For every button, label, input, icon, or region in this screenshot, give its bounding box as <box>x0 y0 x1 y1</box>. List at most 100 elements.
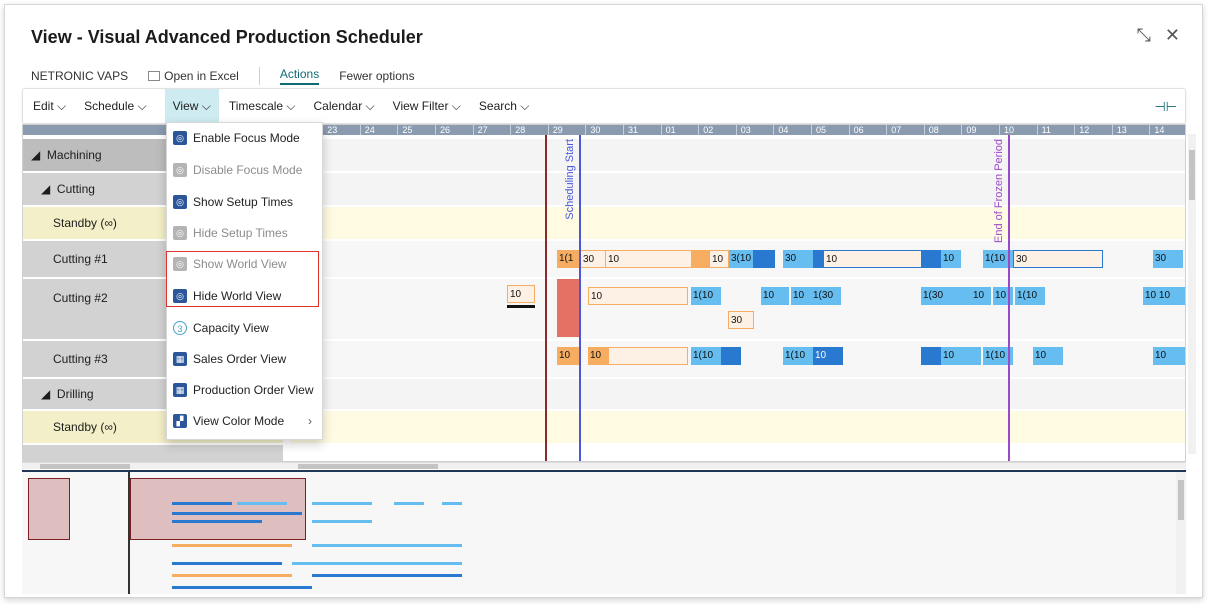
chevron-right-icon: › <box>308 414 312 428</box>
operation-bar[interactable]: 10 <box>823 250 923 268</box>
operation-bar[interactable] <box>691 250 709 268</box>
row-label: Standby (∞) <box>53 420 117 434</box>
timescale-tick: 10 <box>999 125 1037 135</box>
operation-bar[interactable]: 10 <box>588 347 608 365</box>
timescale-tick: 05 <box>811 125 849 135</box>
world-bar <box>312 502 372 505</box>
fewer-options-button[interactable]: Fewer options <box>339 69 414 83</box>
operation-bar[interactable]: 10 <box>557 347 579 365</box>
operation-bar[interactable]: 10 <box>507 285 535 303</box>
scrollbar-thumb[interactable] <box>1178 480 1184 520</box>
operation-bar[interactable]: 1(1 <box>557 250 579 268</box>
operation-bar[interactable]: 30 <box>728 311 754 329</box>
menu-view-color-mode[interactable]: ▞ View Color Mode › <box>167 406 324 436</box>
operation-bar[interactable]: 1(10 <box>783 347 813 365</box>
operation-bar[interactable]: 10 <box>761 287 789 305</box>
menu-label: Disable Focus Mode <box>193 163 303 177</box>
operation-bar[interactable]: 30 <box>1153 250 1183 268</box>
world-view-scrollbar[interactable] <box>1176 472 1186 594</box>
operation-bar[interactable]: 1(10 <box>691 287 721 305</box>
operation-bar[interactable]: 10 <box>993 287 1013 305</box>
operation-bar[interactable]: 10 <box>813 347 843 365</box>
world-bar <box>172 520 262 523</box>
scrollbar-thumb[interactable] <box>1189 150 1195 200</box>
timescale-tick: 04 <box>773 125 811 135</box>
row-label: Cutting #2 <box>53 291 108 305</box>
menu-show-setup-times[interactable]: ◎ Show Setup Times <box>167 187 324 217</box>
calendar-menu[interactable]: Calendar ⌵ <box>314 99 375 114</box>
operation-bar[interactable]: 10 <box>1153 347 1185 365</box>
row-drilling-1[interactable] <box>23 445 283 461</box>
operation-bar[interactable]: 30 <box>1013 250 1103 268</box>
operation-bar[interactable]: 30 <box>783 250 813 268</box>
world-bar <box>237 502 287 505</box>
operation-bar[interactable]: 10 <box>709 250 729 268</box>
operation-bar[interactable]: 10 <box>588 287 688 305</box>
today-line <box>545 135 547 461</box>
scheduling-start-line <box>579 135 581 461</box>
operation-bar[interactable] <box>753 250 775 268</box>
focus-icon: ◎ <box>173 131 187 145</box>
row-label: Drilling <box>56 387 94 401</box>
operation-bar[interactable] <box>921 347 941 365</box>
menu-label: Show Setup Times <box>193 195 294 209</box>
view-menu[interactable]: View ⌵ <box>164 88 219 124</box>
gantt-horizontal-scrollbar[interactable] <box>22 462 1186 469</box>
menu-hide-setup-times[interactable]: ◎ Hide Setup Times <box>167 218 324 248</box>
menu-label: View Color Mode <box>193 414 285 428</box>
operation-bar[interactable] <box>813 250 823 268</box>
open-in-excel-button[interactable]: Open in Excel <box>148 69 239 83</box>
world-view-viewport[interactable] <box>28 478 70 540</box>
operation-bar[interactable]: 1(10 <box>1015 287 1045 305</box>
operation-bar[interactable]: 1(30 <box>811 287 841 305</box>
collapse-icon[interactable]: ⤡ <box>1137 25 1151 46</box>
operation-bar[interactable]: 10 <box>971 287 991 305</box>
row-label: Standby (∞) <box>53 216 117 230</box>
close-icon[interactable]: ✕ <box>1165 25 1180 46</box>
timescale-tick: 09 <box>961 125 999 135</box>
operation-bar[interactable] <box>608 347 688 365</box>
world-bar <box>172 562 282 565</box>
menu-label: Capacity View <box>193 321 269 335</box>
row-area-cutting <box>291 173 1185 205</box>
row-label: Cutting <box>56 182 95 196</box>
operation-bar[interactable] <box>721 347 741 365</box>
operation-bar[interactable]: 1(10 <box>691 347 721 365</box>
world-bar <box>172 586 312 589</box>
operation-bar[interactable]: 1(30 <box>921 287 971 305</box>
action-bar: NETRONIC VAPS Open in Excel Actions Fewe… <box>31 67 435 85</box>
scrollbar-thumb[interactable] <box>298 464 438 469</box>
menu-label: Sales Order View <box>193 352 287 366</box>
operation-bar[interactable] <box>921 250 941 268</box>
menu-production-order-view[interactable]: ▦ Production Order View <box>167 375 324 405</box>
gantt-vertical-scrollbar[interactable] <box>1188 134 1196 454</box>
operation-bar[interactable]: 3(10 <box>729 250 753 268</box>
operation-bar[interactable]: 10 <box>941 250 961 268</box>
menu-disable-focus-mode[interactable]: ◎ Disable Focus Mode <box>167 155 324 185</box>
world-view-selection[interactable] <box>130 478 306 540</box>
timescale-menu[interactable]: Timescale ⌵ <box>229 99 296 114</box>
search-menu[interactable]: Search ⌵ <box>479 99 529 114</box>
schedule-menu[interactable]: Schedule ⌵ <box>84 99 146 114</box>
operation-bar[interactable]: 10 <box>791 287 811 305</box>
frozen-operation-bar[interactable] <box>557 279 579 337</box>
pin-icon[interactable]: ⊣⊢ <box>1154 99 1177 115</box>
scrollbar-thumb[interactable] <box>40 464 130 469</box>
menu-label: Production Order View <box>193 383 314 397</box>
view-filter-menu[interactable]: View Filter ⌵ <box>393 99 461 114</box>
timescale-tick: 02 <box>698 125 736 135</box>
operation-bar[interactable]: 10 <box>605 250 695 268</box>
row-area-machining <box>291 139 1185 171</box>
edit-menu[interactable]: Edit ⌵ <box>33 99 66 114</box>
world-view[interactable] <box>22 470 1186 594</box>
operation-bar[interactable]: 10 <box>1033 347 1063 365</box>
world-bar <box>312 574 462 577</box>
operation-bar[interactable]: 10 <box>941 347 981 365</box>
menu-sales-order-view[interactable]: ▦ Sales Order View <box>167 344 324 374</box>
operation-bar[interactable]: 10 10 <box>1143 287 1185 305</box>
menu-capacity-view[interactable]: 3 Capacity View <box>167 313 324 343</box>
menu-enable-focus-mode[interactable]: ◎ Enable Focus Mode <box>167 123 324 153</box>
actions-tab[interactable]: Actions <box>279 67 320 85</box>
focus-icon: ◎ <box>173 163 187 177</box>
row-label: Machining <box>46 148 102 162</box>
